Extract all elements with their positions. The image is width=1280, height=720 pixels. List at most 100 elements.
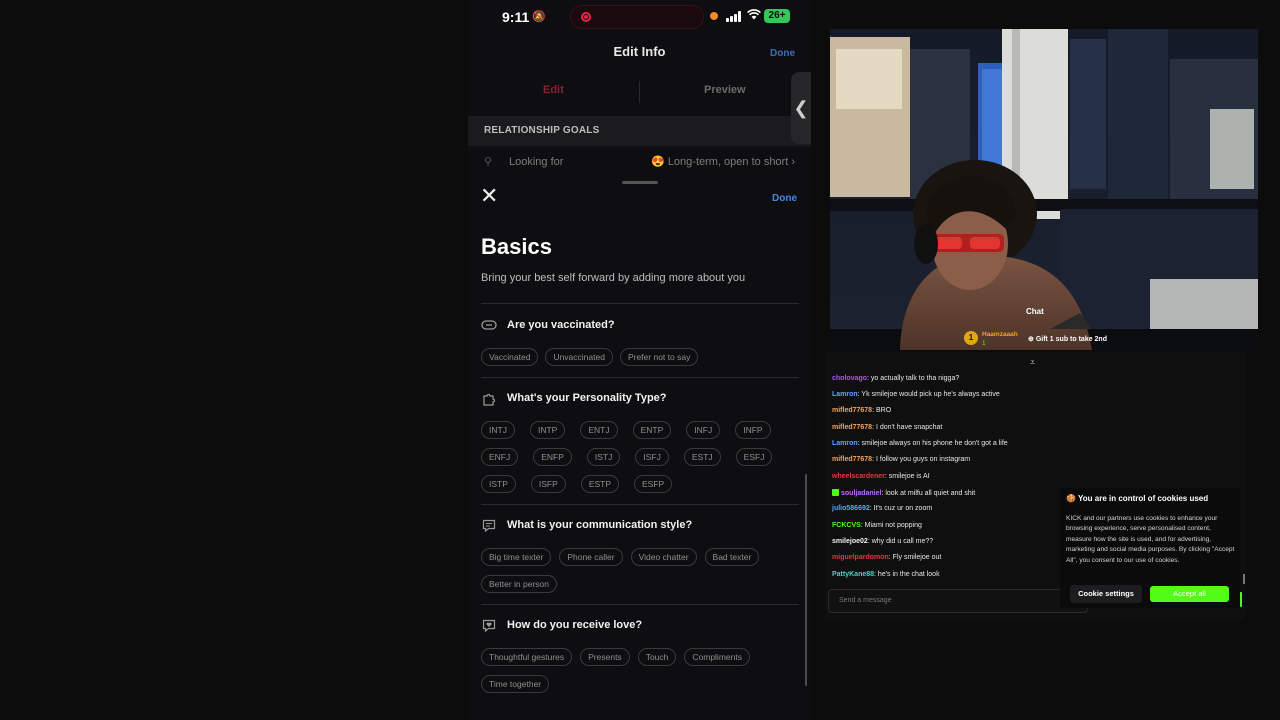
chevron-left-icon[interactable]: ❮ — [791, 72, 811, 144]
cookie-title-text: You are in control of cookies used — [1078, 494, 1209, 503]
chat-scrollbar[interactable] — [1243, 574, 1245, 584]
option-chip[interactable]: Big time texter — [481, 548, 552, 566]
chat-text: : smilejoe is AI — [884, 473, 930, 480]
stream-video-frame — [830, 29, 1258, 350]
chat-text: : yo actually talk to tha nigga? — [867, 375, 960, 382]
chat-text: : smilejoe always on his phone he don't … — [857, 440, 1008, 447]
divider — [481, 377, 799, 378]
option-chip[interactable]: ISFJ — [635, 448, 669, 466]
chat-message: mifled77678: BRO — [832, 407, 891, 414]
chat-message: Lamron: smilejoe always on his phone he … — [832, 440, 1008, 447]
tab-preview[interactable]: Preview — [704, 84, 746, 96]
chat-username[interactable]: cholovago — [832, 375, 867, 382]
heart-bubble-icon — [481, 619, 497, 633]
chat-username[interactable]: miguelpardomon — [832, 554, 889, 561]
search-heart-icon: ⚲ — [484, 156, 493, 168]
chat-username[interactable]: PattyKane88 — [832, 571, 874, 578]
chat-message-input[interactable]: Send a message — [828, 589, 1088, 613]
option-chip[interactable]: Bad texter — [704, 548, 760, 566]
gift-sub-prompt[interactable]: ⊕ Gift 1 sub to take 2nd — [1028, 335, 1107, 343]
sheet-done-button[interactable]: Done — [772, 193, 797, 204]
option-chip[interactable]: ENFP — [533, 448, 572, 466]
option-chips: Big time texter Phone caller Video chatt… — [481, 548, 781, 593]
option-chip[interactable]: Prefer not to say — [619, 348, 699, 366]
phone-screen: 9:11 🔕 26+ Edit Info Done Edit Preview R… — [468, 0, 811, 720]
sub-badge-icon — [832, 489, 839, 496]
option-chip[interactable]: INTJ — [481, 421, 515, 439]
question-communication: What is your communication style? Big ti… — [481, 518, 799, 593]
question-personality: What's your Personality Type? INTJ INTP … — [481, 391, 799, 493]
option-chip[interactable]: ENTJ — [580, 421, 618, 439]
option-chip[interactable]: Phone caller — [559, 548, 623, 566]
option-chip[interactable]: INFP — [735, 421, 771, 439]
battery-indicator: 26+ — [764, 9, 790, 23]
chat-username[interactable]: souljadaniel — [841, 490, 881, 497]
chat-bubble-icon — [481, 519, 497, 533]
basics-sheet: ✕ Done Basics Bring your best self forwa… — [468, 180, 811, 720]
chat-username[interactable]: smilejoe02 — [832, 538, 868, 545]
option-chip[interactable]: Unvaccinated — [545, 348, 613, 366]
chat-message: cholovago: yo actually talk to tha nigga… — [832, 375, 959, 382]
option-chip[interactable]: ISFP — [530, 475, 566, 493]
chat-message: PattyKane88: he's in the chat look — [832, 571, 940, 578]
looking-for-value: 😍 Long-term, open to short › — [651, 156, 795, 168]
accept-all-button[interactable]: Accept all — [1150, 586, 1229, 602]
option-chip[interactable]: Time together — [481, 675, 550, 693]
option-chip[interactable]: ESTJ — [683, 448, 721, 466]
chat-username[interactable]: Lamron — [832, 440, 858, 447]
option-chip[interactable]: ISTJ — [586, 448, 621, 466]
option-chip[interactable]: ENFJ — [481, 448, 519, 466]
chat-message: julio586692: It's cuz ur on zoom — [832, 505, 932, 512]
option-chip[interactable]: ISTP — [481, 475, 516, 493]
option-chip[interactable]: INFJ — [686, 421, 721, 439]
option-chip[interactable]: Vaccinated — [481, 348, 539, 366]
chat-text: : he's in the chat look — [874, 571, 940, 578]
gift-icon: ⊕ — [1028, 336, 1036, 343]
option-chip[interactable]: ESFP — [634, 475, 673, 493]
chat-username[interactable]: mifled77678 — [832, 456, 872, 463]
cookie-title: 🍪 You are in control of cookies used — [1066, 494, 1208, 503]
chat-username[interactable]: wheelscardener — [832, 473, 885, 480]
option-chip[interactable]: Presents — [580, 648, 630, 666]
option-chip[interactable]: Thoughtful gestures — [481, 648, 573, 666]
dynamic-island — [570, 5, 704, 29]
chat-message: miguelpardomon: Fly smilejoe out — [832, 554, 941, 561]
option-chip[interactable]: INTP — [529, 421, 566, 439]
cookie-banner: 🍪 You are in control of cookies used KIC… — [1060, 488, 1240, 608]
chat-username[interactable]: mifled77678 — [832, 407, 872, 414]
chat-text: : Fly smilejoe out — [888, 554, 942, 561]
sheet-subtitle: Bring your best self forward by adding m… — [481, 272, 746, 284]
option-chip[interactable]: Compliments — [684, 648, 750, 666]
sheet-scrollbar[interactable] — [805, 474, 807, 686]
chat-message: mifled77678: I follow you guys on instag… — [832, 456, 970, 463]
cookie-settings-button[interactable]: Cookie settings — [1070, 585, 1142, 603]
puzzle-icon — [481, 392, 497, 406]
signal-icon — [726, 11, 742, 22]
option-chip[interactable]: Video chatter — [630, 548, 697, 566]
chat-username[interactable]: julio586692 — [832, 505, 870, 512]
chat-text: : Miami not popping — [860, 522, 922, 529]
question-title: What is your communication style? — [507, 519, 693, 531]
option-chip[interactable]: ESFJ — [735, 448, 773, 466]
question-vaccinated: Are you vaccinated? Vaccinated Unvaccina… — [481, 318, 799, 366]
option-chip[interactable]: ESTP — [580, 475, 620, 493]
close-icon[interactable]: ✕ — [480, 184, 498, 208]
chat-username[interactable]: mifled77678 — [832, 424, 872, 431]
wifi-icon — [747, 9, 761, 23]
chat-username[interactable]: Lamron — [832, 391, 858, 398]
divider — [481, 504, 799, 505]
chat-username[interactable]: FCKCVS — [832, 522, 861, 529]
question-title: How do you receive love? — [507, 619, 643, 631]
option-chip[interactable]: Better in person — [481, 575, 558, 593]
edit-info-done-button[interactable]: Done — [770, 48, 795, 59]
option-chips: INTJ INTP ENTJ ENTP INFJ INFP ENFJ ENFP … — [481, 421, 781, 493]
option-chip[interactable]: Touch — [637, 648, 677, 666]
tab-divider — [639, 81, 640, 103]
chevron-down-icon[interactable]: ⩡ — [1030, 357, 1035, 368]
gifter-name[interactable]: Haamzaaah — [982, 331, 1018, 338]
chat-text: : I don't have snapchat — [872, 424, 943, 431]
looking-for-row[interactable]: ⚲ Looking for 😍 Long-term, open to short… — [468, 148, 811, 176]
tab-edit[interactable]: Edit — [543, 84, 564, 96]
stream-video[interactable] — [830, 29, 1258, 350]
option-chip[interactable]: ENTP — [632, 421, 672, 439]
